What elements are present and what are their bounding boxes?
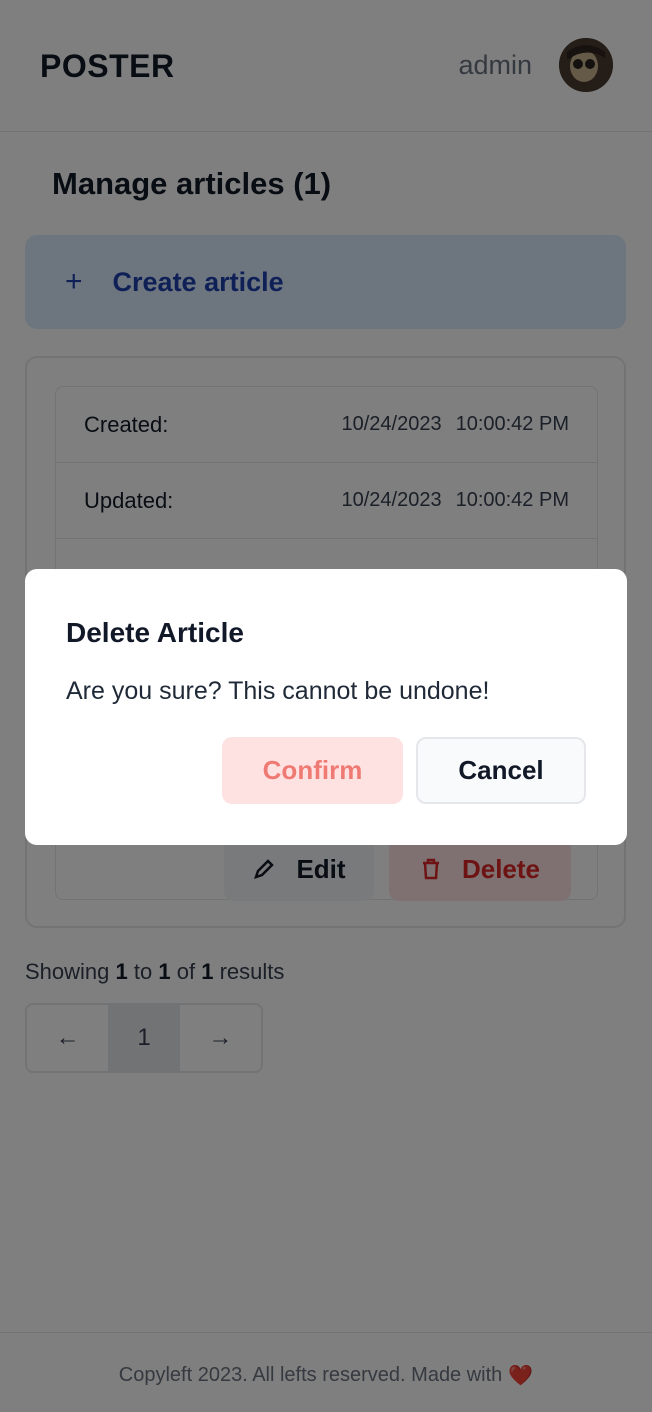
delete-article-dialog: Delete Article Are you sure? This cannot… (25, 569, 627, 845)
confirm-button[interactable]: Confirm (222, 737, 403, 804)
dialog-title: Delete Article (66, 617, 244, 648)
cancel-button[interactable]: Cancel (416, 737, 586, 804)
dialog-message: Are you sure? This cannot be undone! (66, 677, 490, 705)
